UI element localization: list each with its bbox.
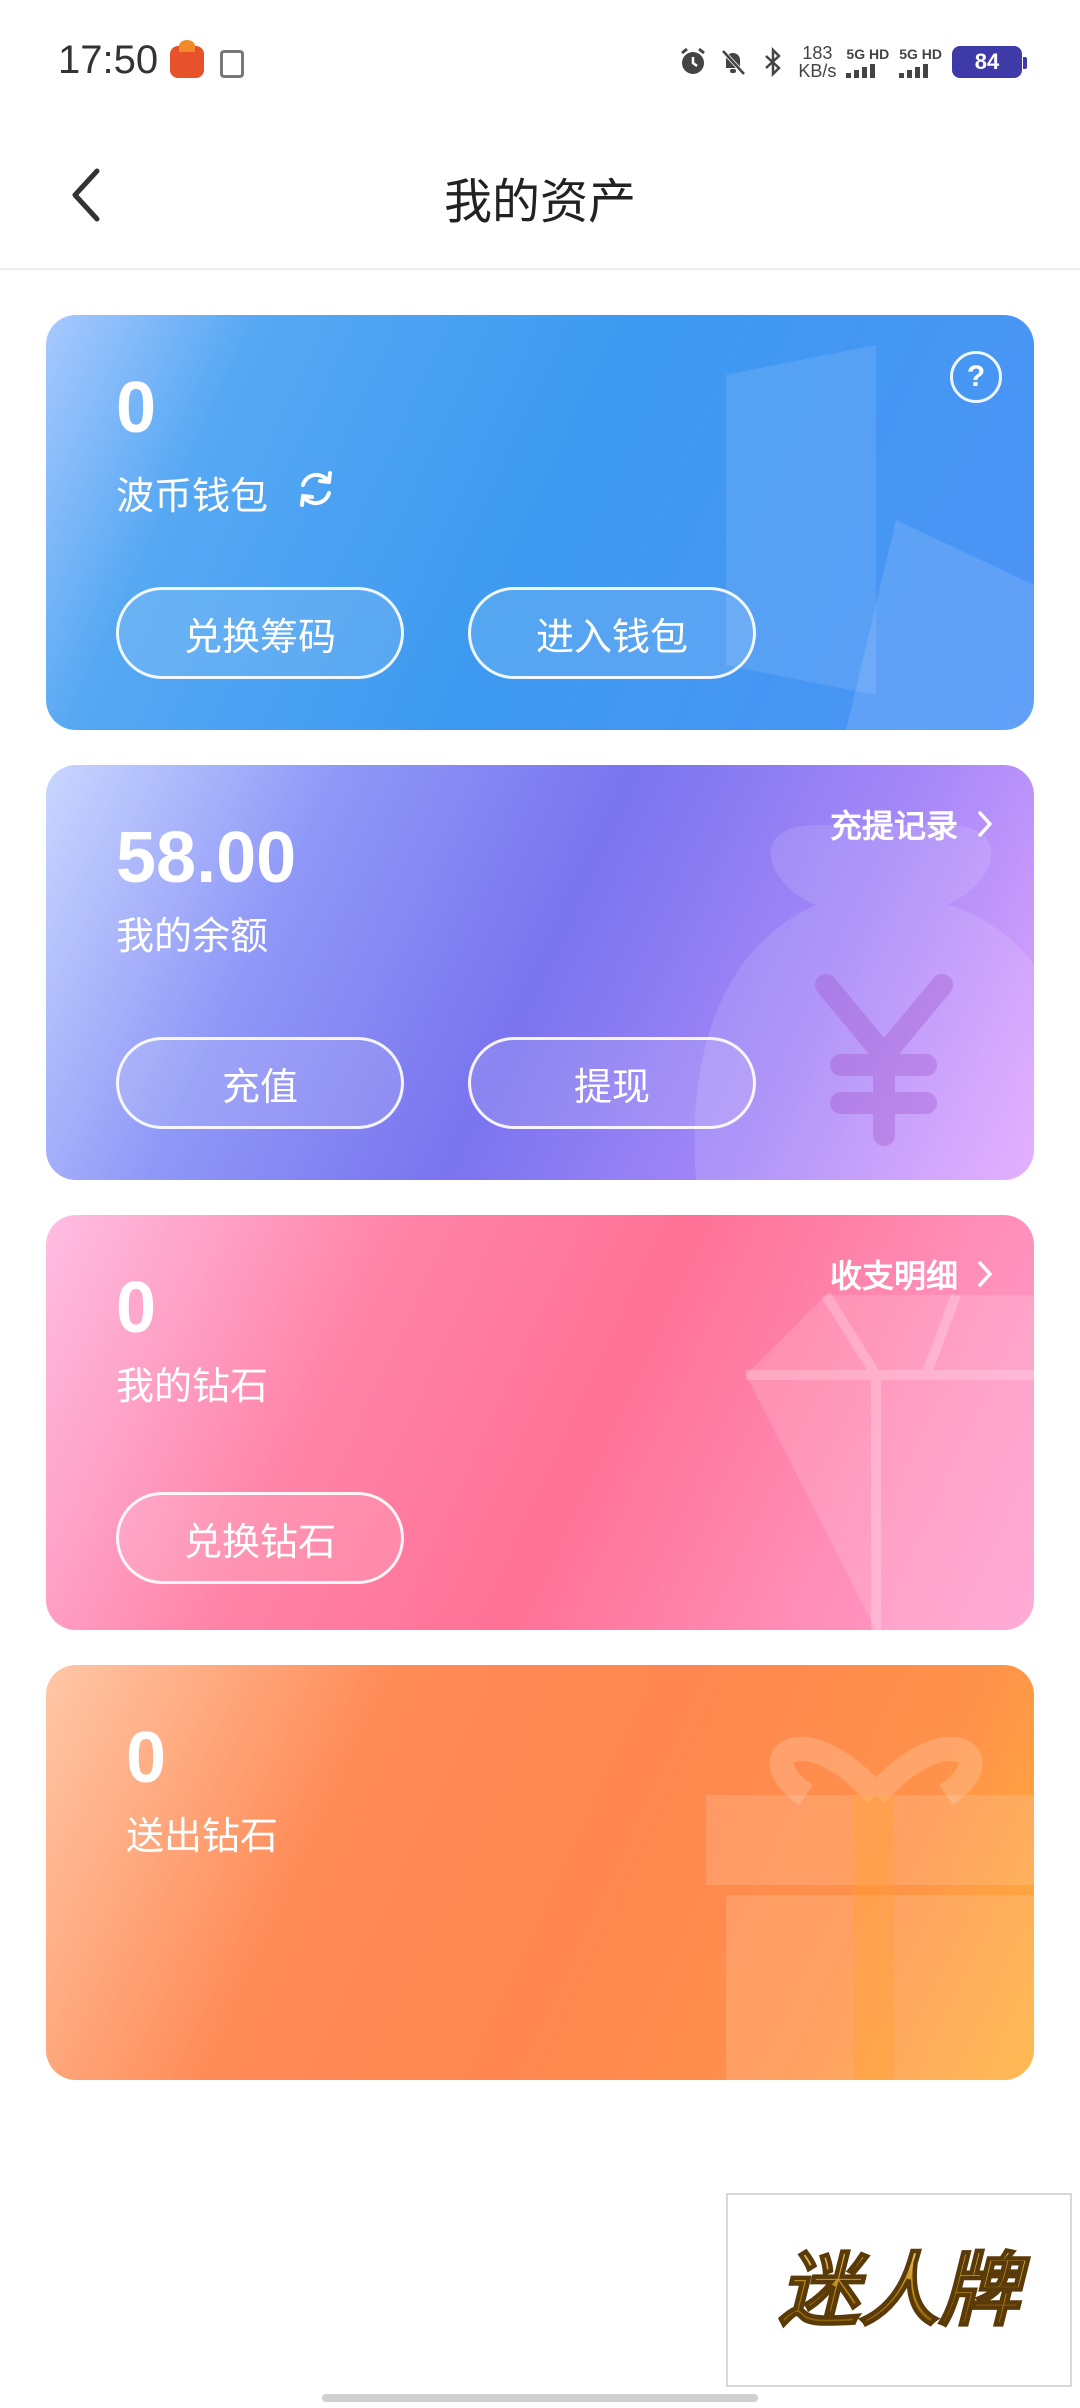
document-notification-icon: [220, 50, 244, 78]
gifted-diamonds-label: 送出钻石: [126, 1814, 279, 1858]
diamond-label: 我的钻石: [116, 1364, 269, 1408]
enter-wallet-button[interactable]: 进入钱包: [468, 587, 756, 679]
signal-bars-icon: [846, 62, 889, 78]
signal-2-label: 5G HD: [899, 46, 942, 62]
gifted-diamonds-amount: 0: [126, 1718, 167, 1798]
income-expense-details-link[interactable]: 收支明细: [830, 1251, 994, 1297]
status-bar: 17:50 183 KB/s 5G HD 5G HD 84: [0, 0, 1080, 120]
network-speed-value: 183: [802, 43, 833, 63]
bluetooth-icon: [758, 47, 788, 77]
status-time: 17:50: [58, 38, 159, 82]
details-link-label: 收支明细: [829, 1257, 958, 1295]
status-indicators: 183 KB/s 5G HD 5G HD 84: [678, 40, 1027, 84]
mute-bell-icon: [718, 47, 748, 77]
app-notification-icon: [170, 40, 204, 78]
gift-box-icon: [706, 1736, 1034, 2080]
balance-amount: 58.00: [116, 818, 297, 898]
brand-logo-icon: 迷人牌: [778, 2243, 1031, 2338]
alarm-icon: [678, 47, 708, 77]
gifted-diamonds-card: 0 送出钻石: [46, 1665, 1034, 2080]
diamond-card: 0 我的钻石 收支明细 兑换钻石: [46, 1215, 1034, 1630]
help-icon[interactable]: ?: [950, 351, 1002, 403]
signal-1: 5G HD: [846, 46, 889, 78]
exchange-chips-button[interactable]: 兑换筹码: [116, 587, 404, 679]
signal-2: 5G HD: [899, 46, 942, 78]
network-speed: 183 KB/s: [798, 44, 836, 80]
svg-text:迷人牌: 迷人牌: [779, 2244, 1030, 2337]
chevron-right-icon: [978, 811, 992, 837]
app-header: 我的资产: [0, 120, 1080, 270]
chevron-right-icon: [978, 1261, 992, 1287]
recharge-button[interactable]: 充值: [116, 1037, 404, 1129]
home-indicator[interactable]: [322, 2394, 758, 2402]
signal-1-label: 5G HD: [846, 46, 890, 62]
page-title: 我的资产: [443, 174, 636, 230]
withdraw-button[interactable]: 提现: [468, 1037, 756, 1129]
records-link-label: 充提记录: [829, 807, 958, 845]
watermark-logo: 迷人牌: [726, 2193, 1072, 2387]
wallet-card: 0 波币钱包 ? 兑换筹码 进入钱包: [46, 315, 1034, 730]
signal-bars-icon: [899, 62, 942, 78]
wallet-label: 波币钱包: [116, 474, 269, 518]
network-speed-unit: KB/s: [798, 61, 837, 81]
battery-indicator: 84: [952, 46, 1027, 78]
refresh-icon[interactable]: [294, 467, 338, 511]
recharge-withdraw-records-link[interactable]: 充提记录: [830, 801, 994, 847]
wallet-amount: 0: [116, 368, 157, 448]
balance-card: 58.00 我的余额 充提记录 充值 提现: [46, 765, 1034, 1180]
exchange-diamonds-button[interactable]: 兑换钻石: [116, 1492, 404, 1584]
balance-label: 我的余额: [116, 914, 269, 958]
diamond-amount: 0: [116, 1268, 157, 1348]
